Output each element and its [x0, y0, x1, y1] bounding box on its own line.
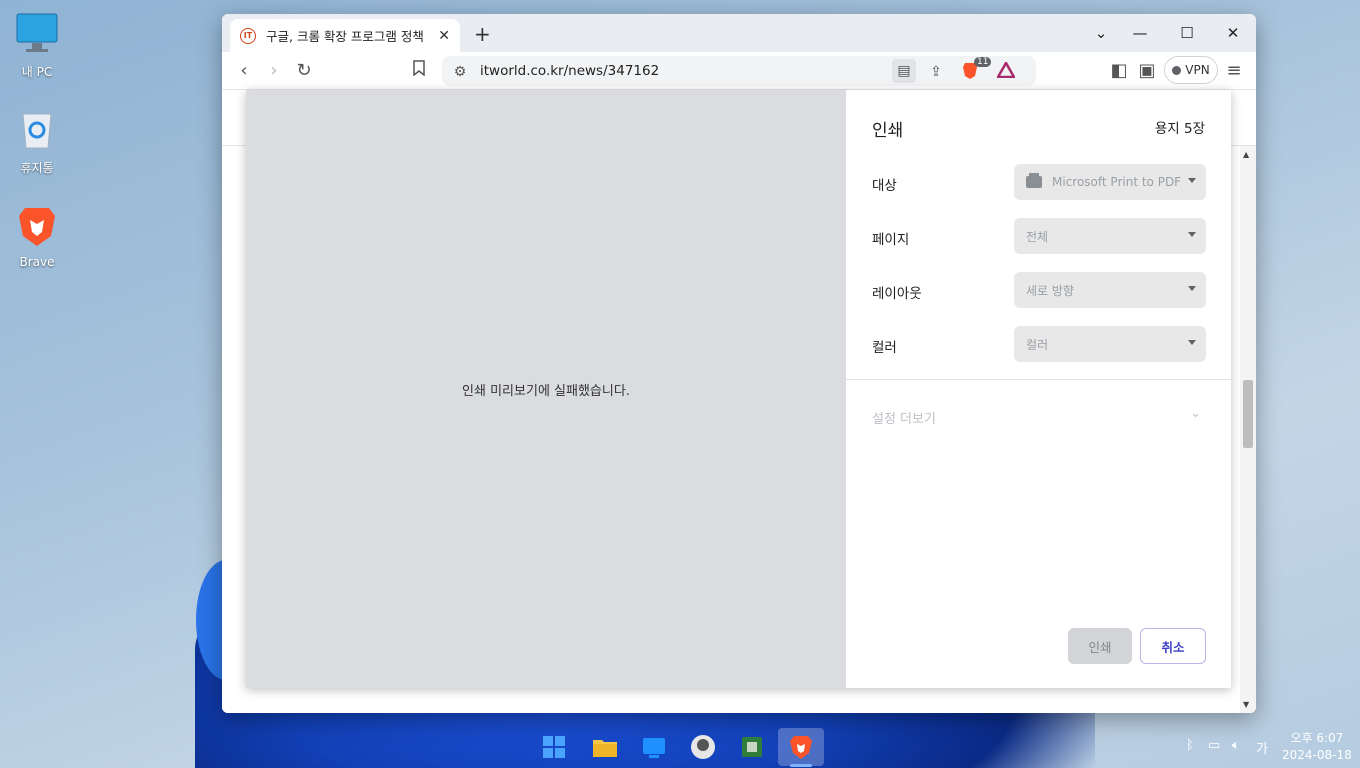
- clock-time: 오후 6:07: [1290, 731, 1344, 745]
- layout-value: 세로 방향: [1026, 283, 1074, 298]
- bluetooth-icon[interactable]: ᛒ: [1186, 738, 1194, 753]
- more-settings-toggle[interactable]: 설정 더보기: [872, 408, 936, 427]
- color-label: 컬러: [872, 340, 897, 356]
- color-select[interactable]: 컬러: [1014, 326, 1206, 362]
- toolbar: ‹ › ↻ ⚙ itworld.co.kr/news/347162 ▤ ⇪ 11…: [222, 52, 1256, 90]
- menu-hamburger-icon[interactable]: ≡: [1223, 60, 1245, 82]
- sheet-count: 용지 5장: [1154, 121, 1205, 137]
- print-title: 인쇄: [872, 121, 904, 141]
- destination-select[interactable]: Microsoft Print to PDF: [1014, 164, 1206, 200]
- cpu-app-icon[interactable]: [739, 734, 765, 760]
- brave-lion-icon: [19, 208, 55, 246]
- new-tab-button[interactable]: +: [474, 22, 491, 46]
- bookmark-icon[interactable]: [408, 60, 430, 82]
- scroll-up-icon[interactable]: ▲: [1243, 150, 1249, 159]
- desktop-icon-label: 휴지통: [20, 161, 54, 175]
- ime-indicator[interactable]: 가: [1256, 738, 1268, 757]
- pages-label: 페이지: [872, 232, 910, 248]
- tab-title: 구글, 크롬 확장 프로그램 정책: [266, 29, 424, 44]
- settings-divider: [846, 379, 1231, 380]
- vpn-button[interactable]: VPN: [1164, 56, 1218, 84]
- layout-label: 레이아웃: [872, 286, 922, 302]
- dropdown-caret-icon: [1188, 286, 1196, 291]
- site-favicon-icon: IT: [240, 27, 256, 44]
- destination-label: 대상: [872, 178, 897, 194]
- preview-error-message: 인쇄 미리보기에 실패했습니다.: [462, 383, 630, 399]
- reader-mode-icon[interactable]: ▤: [892, 59, 916, 83]
- chevron-down-icon[interactable]: ⌄: [1190, 406, 1201, 421]
- browser-window: IT 구글, 크롬 확장 프로그램 정책 ✕ + ⌄ — ☐ ✕ ‹ › ↻ ⚙…: [222, 14, 1256, 713]
- desktop-icon-label: Brave: [19, 255, 55, 269]
- volume-icon[interactable]: 🔈︎: [1232, 738, 1240, 753]
- desktop-icon-brave[interactable]: Brave: [5, 204, 69, 269]
- site-settings-icon[interactable]: ⚙: [450, 62, 470, 82]
- forward-button[interactable]: ›: [263, 60, 285, 82]
- cancel-button[interactable]: 취소: [1140, 628, 1206, 664]
- network-icon[interactable]: ▭: [1208, 738, 1220, 753]
- print-dialog: 인쇄 미리보기에 실패했습니다. 인쇄 용지 5장 대상 Microsoft P…: [246, 90, 1231, 688]
- desktop-icon-my-pc[interactable]: 내 PC: [5, 12, 69, 80]
- system-clock[interactable]: 오후 6:07 2024-08-18: [1282, 730, 1352, 764]
- sidebar-toggle-icon[interactable]: ◧: [1108, 60, 1130, 82]
- brave-taskbar-icon[interactable]: [788, 734, 814, 760]
- pages-select[interactable]: 전체: [1014, 218, 1206, 254]
- dropdown-caret-icon: [1188, 178, 1196, 183]
- layout-select[interactable]: 세로 방향: [1014, 272, 1206, 308]
- wallet-icon[interactable]: ▣: [1136, 60, 1158, 82]
- active-app-indicator: [790, 764, 812, 767]
- brave-rewards-icon[interactable]: [995, 60, 1017, 82]
- url-text: itworld.co.kr/news/347162: [480, 63, 660, 79]
- recycle-bin-icon: [22, 113, 52, 149]
- clock-date: 2024-08-18: [1282, 748, 1352, 762]
- page-scrollbar[interactable]: ▲ ▼: [1240, 146, 1256, 713]
- dropdown-caret-icon: [1188, 232, 1196, 237]
- close-window-button[interactable]: ✕: [1210, 14, 1256, 52]
- scroll-down-icon[interactable]: ▼: [1243, 700, 1249, 709]
- start-button[interactable]: [541, 734, 567, 760]
- destination-value: Microsoft Print to PDF: [1052, 175, 1182, 189]
- tab-active[interactable]: IT 구글, 크롬 확장 프로그램 정책 ✕: [230, 19, 460, 52]
- print-settings-panel: 인쇄 용지 5장 대상 Microsoft Print to PDF 페이지 전…: [846, 90, 1231, 688]
- dropdown-caret-icon: [1188, 340, 1196, 345]
- widgets-app-icon[interactable]: [641, 734, 667, 760]
- avatar-app-icon[interactable]: [690, 734, 716, 760]
- color-value: 컬러: [1026, 337, 1049, 352]
- back-button[interactable]: ‹: [233, 60, 255, 82]
- reload-button[interactable]: ↻: [293, 60, 315, 82]
- shields-count-badge: 11: [974, 57, 992, 67]
- print-button[interactable]: 인쇄: [1068, 628, 1132, 664]
- vpn-status-icon: [1172, 65, 1182, 75]
- file-explorer-icon[interactable]: [592, 734, 618, 760]
- vpn-label: VPN: [1185, 63, 1210, 77]
- scroll-thumb[interactable]: [1243, 380, 1253, 448]
- title-bar: IT 구글, 크롬 확장 프로그램 정책 ✕ + ⌄ — ☐ ✕: [222, 14, 1256, 52]
- maximize-button[interactable]: ☐: [1164, 14, 1210, 52]
- desktop-icon-recycle-bin[interactable]: 휴지통: [5, 108, 69, 176]
- pages-value: 전체: [1026, 229, 1049, 244]
- print-preview: 인쇄 미리보기에 실패했습니다.: [246, 90, 846, 688]
- tab-close-icon[interactable]: ✕: [438, 28, 450, 44]
- desktop-icon-label: 내 PC: [21, 65, 53, 79]
- minimize-button[interactable]: —: [1117, 14, 1163, 52]
- share-icon[interactable]: ⇪: [926, 62, 946, 82]
- taskbar: ᛒ ▭ 🔈︎ 가 오후 6:07 2024-08-18: [0, 726, 1360, 768]
- monitor-icon: [16, 13, 58, 52]
- printer-icon: [1026, 173, 1042, 188]
- address-bar[interactable]: ⚙ itworld.co.kr/news/347162 ▤ ⇪ 11: [442, 56, 1036, 86]
